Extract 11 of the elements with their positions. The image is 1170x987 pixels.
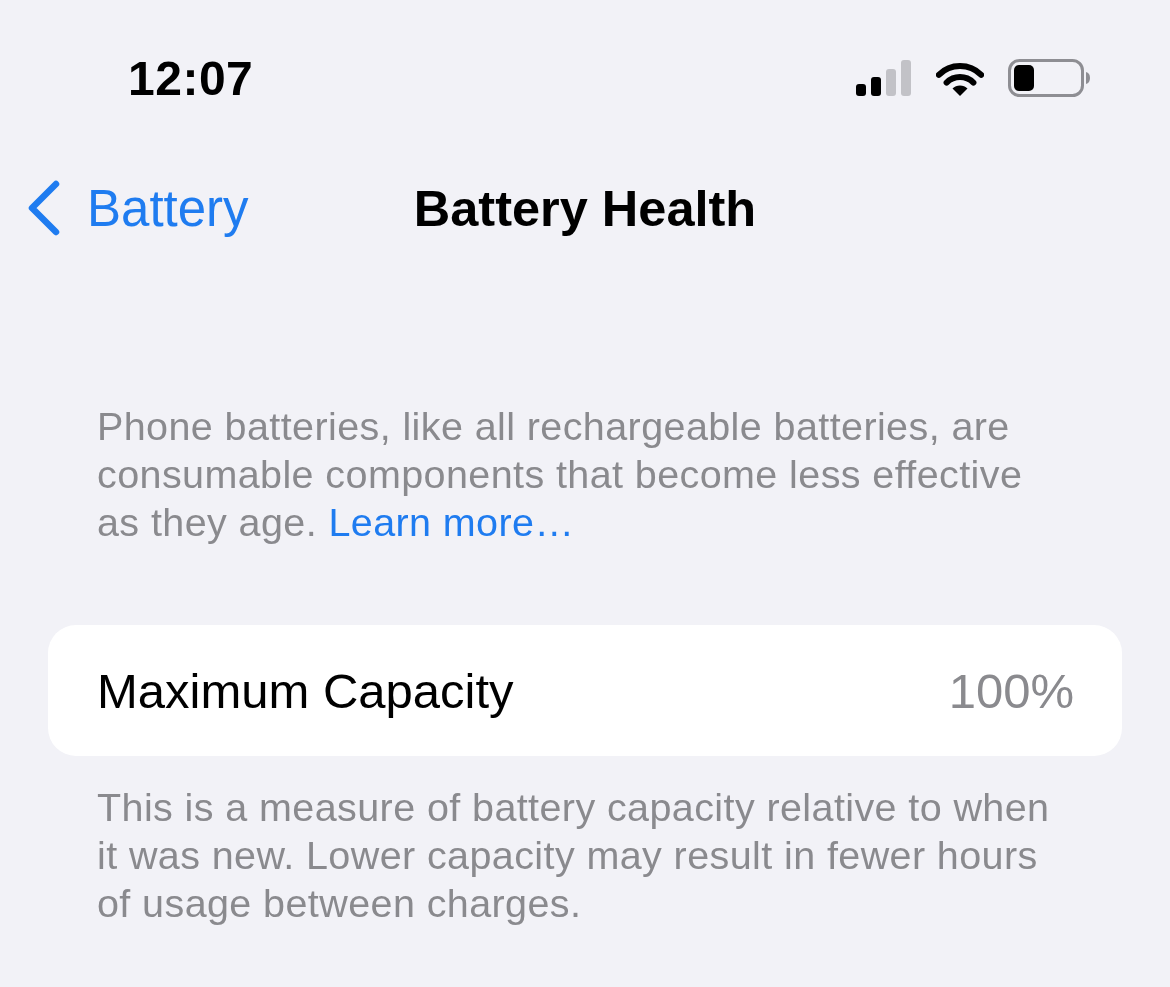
capacity-info-text: This is a measure of battery capacity relative to when it was new. Lower capacity may result in fewer hours of usage between charges. xyxy=(97,784,1051,927)
signal-bars-icon xyxy=(856,60,912,96)
back-button[interactable]: Battery xyxy=(27,178,249,238)
status-time: 12:07 xyxy=(128,50,254,106)
row-label: Maximum Capacity xyxy=(97,662,514,719)
page-title: Battery Health xyxy=(413,178,757,238)
learn-more-link[interactable]: Learn more… xyxy=(328,500,575,544)
battery-icon xyxy=(1008,59,1090,97)
chevron-left-icon xyxy=(27,180,61,236)
battery-info-text: Phone batteries, like all rechargeable batteries, are consumable components that become less effective as they age. Learn more… xyxy=(97,403,1024,546)
row-value: 100% xyxy=(948,662,1074,719)
